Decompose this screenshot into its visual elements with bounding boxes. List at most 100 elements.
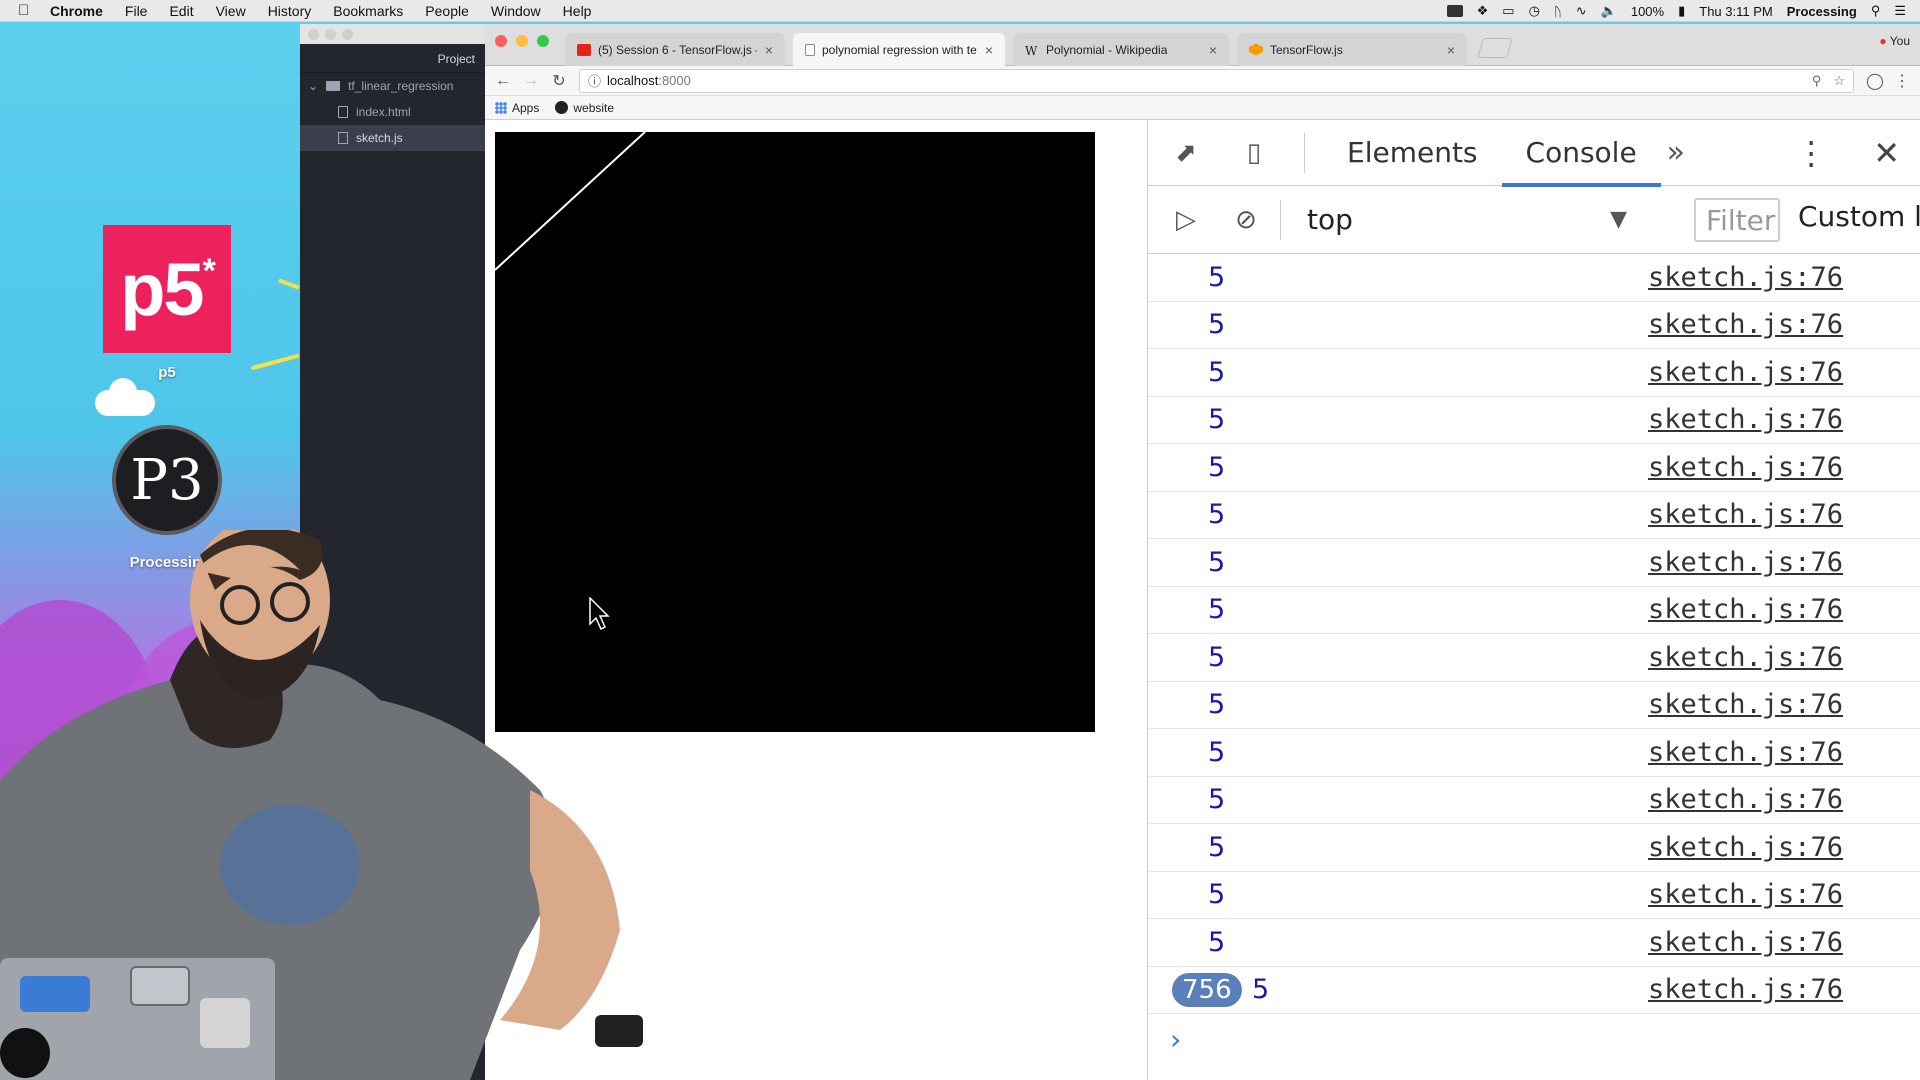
wifi-icon[interactable]: ∿ (1576, 3, 1587, 19)
log-source-link[interactable]: sketch.js:76 (1648, 642, 1843, 673)
menu-view[interactable]: View (216, 3, 246, 19)
tab-tensorflow-js[interactable]: TensorFlow.js × (1237, 33, 1467, 66)
forward-icon[interactable]: → (523, 72, 539, 90)
log-value: 5 (1208, 689, 1226, 721)
log-source-link[interactable]: sketch.js:76 (1648, 832, 1843, 863)
menu-window[interactable]: Window (491, 3, 541, 19)
processing-app-icon[interactable]: P3 (112, 425, 222, 535)
extension-icon[interactable]: ◯ (1866, 71, 1884, 91)
menu-app-name[interactable]: Chrome (50, 3, 103, 19)
log-source-link[interactable]: sketch.js:76 (1648, 927, 1843, 958)
address-bar[interactable]: ⓘ localhost:8000 ⚲ ☆ (579, 68, 1854, 93)
active-app-menu[interactable]: Processing (1787, 4, 1857, 19)
battery-percent[interactable]: 100% (1631, 4, 1664, 19)
console-row: 5 sketch.js:76 (1148, 492, 1920, 539)
notification-center-icon[interactable]: ☰ (1894, 3, 1906, 19)
show-sidebar-icon[interactable]: ▷ (1168, 202, 1204, 238)
battery-icon[interactable]: ▮ (1678, 3, 1685, 19)
zoom-window-button[interactable] (537, 35, 549, 47)
profile-button[interactable]: ● You (1879, 34, 1910, 48)
menu-people[interactable]: People (425, 3, 469, 19)
inspect-element-icon[interactable]: ⬈ (1168, 135, 1204, 171)
file-sketch-js[interactable]: sketch.js (300, 125, 485, 151)
log-source-link[interactable]: sketch.js:76 (1648, 974, 1843, 1005)
device-toolbar-icon[interactable]: ▯ (1236, 135, 1272, 171)
filter-input[interactable]: Filter (1694, 198, 1780, 242)
p5-canvas[interactable] (495, 132, 1095, 732)
log-value: 5 (1208, 451, 1226, 483)
devtools-menu-icon[interactable]: ⋮ (1795, 134, 1827, 172)
log-value: 5 (1252, 974, 1270, 1006)
star-icon[interactable]: ☆ (1833, 73, 1845, 89)
menu-kebab-icon[interactable]: ⋮ (1894, 71, 1910, 91)
info-icon[interactable]: ⓘ (588, 71, 601, 90)
log-source-link[interactable]: sketch.js:76 (1648, 737, 1843, 768)
chevron-down-icon: ⌄ (308, 79, 319, 93)
close-icon[interactable]: × (1447, 42, 1455, 58)
log-source-link[interactable]: sketch.js:76 (1648, 309, 1843, 340)
apple-icon[interactable]:  (18, 2, 36, 19)
close-icon[interactable]: × (985, 42, 993, 58)
dropbox-icon[interactable]: ❖ (1477, 3, 1489, 19)
tab-session-6[interactable]: (5) Session 6 - TensorFlow.js - × (565, 33, 785, 66)
cloud-decoration (95, 378, 155, 416)
log-source-link[interactable]: sketch.js:76 (1648, 499, 1843, 530)
console-row: 5 sketch.js:76 (1148, 254, 1920, 302)
more-tabs-icon[interactable]: » (1667, 135, 1685, 170)
back-icon[interactable]: ← (495, 72, 511, 90)
file-label: index.html (356, 105, 411, 119)
log-source-link[interactable]: sketch.js:76 (1648, 689, 1843, 720)
menu-bookmarks[interactable]: Bookmarks (333, 3, 403, 19)
console-prompt[interactable]: › (1148, 1014, 1920, 1064)
minimize-window-button[interactable] (516, 35, 528, 47)
log-value: 5 (1208, 499, 1226, 531)
log-source-link[interactable]: sketch.js:76 (1648, 879, 1843, 910)
log-source-link[interactable]: sketch.js:76 (1648, 404, 1843, 435)
bluetooth-icon[interactable]: ᚢ (1554, 4, 1562, 19)
close-devtools-icon[interactable]: ✕ (1873, 134, 1900, 172)
zoom-icon[interactable]: ⚲ (1812, 73, 1822, 89)
p5-app-icon[interactable]: p5 * (103, 225, 231, 353)
bookmark-apps[interactable]: Apps (495, 101, 539, 115)
bookmark-website[interactable]: website (555, 101, 614, 115)
log-source-link[interactable]: sketch.js:76 (1648, 452, 1843, 483)
menu-history[interactable]: History (268, 3, 312, 19)
time-machine-icon[interactable]: ◷ (1529, 3, 1540, 19)
github-icon (555, 101, 569, 114)
log-levels-dropdown[interactable]: Custom l (1798, 200, 1920, 233)
menu-clock[interactable]: Thu 3:11 PM (1699, 4, 1772, 19)
menu-file[interactable]: File (125, 3, 148, 19)
tab-console[interactable]: Console (1501, 120, 1661, 187)
log-source-link[interactable]: sketch.js:76 (1648, 594, 1843, 625)
menu-help[interactable]: Help (563, 3, 592, 19)
log-source-link[interactable]: sketch.js:76 (1648, 784, 1843, 815)
sticker (130, 966, 190, 1006)
airplay-icon[interactable]: ▭ (1502, 3, 1514, 19)
tab-polynomial-regression[interactable]: polynomial regression with ten × (793, 33, 1005, 66)
folder-label: tf_linear_regression (348, 79, 454, 93)
log-source-link[interactable]: sketch.js:76 (1648, 547, 1843, 578)
wikipedia-icon: W (1025, 43, 1038, 58)
context-selector[interactable]: top ▼ (1307, 203, 1627, 236)
file-index-html[interactable]: index.html (300, 99, 485, 125)
folder-icon (326, 81, 341, 91)
log-source-link[interactable]: sketch.js:76 (1648, 262, 1843, 293)
url-host: localhost (607, 73, 659, 88)
spotlight-icon[interactable]: ⚲ (1871, 3, 1881, 19)
clear-console-icon[interactable]: ⊘ (1228, 202, 1264, 238)
console-row: 5 sketch.js:76 (1148, 444, 1920, 492)
volume-icon[interactable]: 🔈 (1601, 3, 1617, 19)
tab-elements[interactable]: Elements (1323, 120, 1502, 186)
log-source-link[interactable]: sketch.js:76 (1648, 357, 1843, 388)
close-icon[interactable]: × (1209, 42, 1217, 58)
menu-edit[interactable]: Edit (169, 3, 193, 19)
reload-icon[interactable]: ↻ (551, 71, 567, 91)
console-row: 5 sketch.js:76 (1148, 729, 1920, 777)
new-tab-button[interactable] (1477, 38, 1513, 58)
folder-tf-linear-regression[interactable]: ⌄ tf_linear_regression (300, 73, 485, 99)
close-icon[interactable]: × (765, 42, 773, 58)
file-icon (338, 132, 348, 144)
close-window-button[interactable] (495, 35, 507, 47)
status-icon[interactable] (1446, 5, 1463, 17)
tab-polynomial-wikipedia[interactable]: W Polynomial - Wikipedia × (1013, 33, 1229, 66)
